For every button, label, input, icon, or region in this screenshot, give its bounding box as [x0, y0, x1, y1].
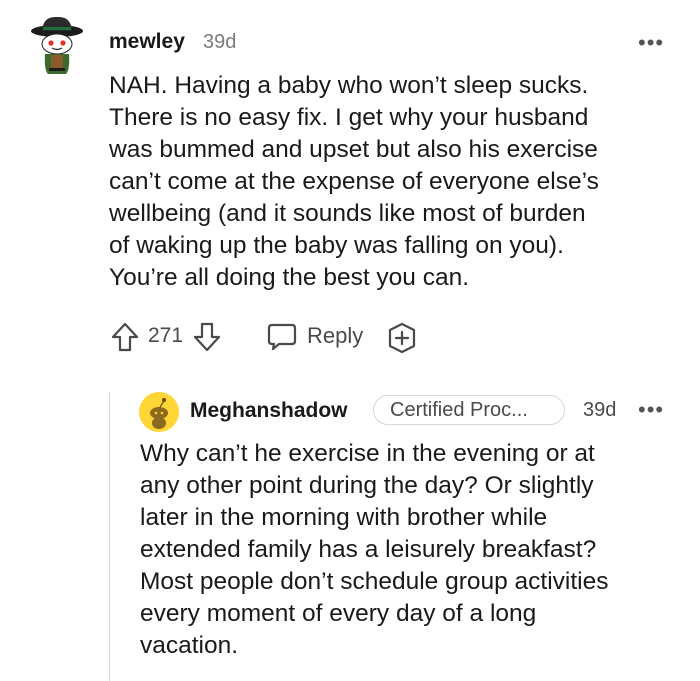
user-avatar-icon[interactable] — [30, 14, 84, 76]
comment-more-options-icon[interactable]: ••• — [638, 32, 664, 54]
award-plus-icon[interactable] — [386, 322, 418, 354]
comment-body: NAH. Having a baby who won’t sleep sucks… — [109, 70, 684, 294]
reply-body-line: every moment of every day of a long — [140, 600, 537, 627]
reply-bubble-icon[interactable] — [266, 322, 298, 352]
comment-body-line: You’re all doing the best you can. — [109, 264, 470, 291]
reply-body-line: any other point during the day? Or sligh… — [140, 472, 594, 499]
reply-username[interactable]: Meghanshadow — [190, 399, 348, 423]
comment-body-line: can’t come at the expense of everyone el… — [109, 168, 599, 195]
comment-body-line: NAH. Having a baby who won’t sleep sucks… — [109, 72, 589, 99]
comment-body-line: was bummed and upset but also his exerci… — [109, 136, 598, 163]
user-flair-badge: Certified Proc... — [373, 395, 565, 425]
reply-more-options-icon[interactable]: ••• — [638, 399, 664, 421]
reply-body-line: Why can’t he exercise in the evening or … — [140, 440, 595, 467]
downvote-icon[interactable] — [192, 321, 222, 353]
comment-body-line: of waking up the baby was falling on you… — [109, 232, 564, 259]
comment-username[interactable]: mewley — [109, 30, 185, 54]
reply-body-line: Most people don’t schedule group activit… — [140, 568, 609, 595]
comment-age: 39d — [203, 31, 237, 53]
comment-body-line: wellbeing (and it sounds like most of bu… — [109, 200, 586, 227]
reply-button[interactable]: Reply — [307, 323, 363, 349]
vote-score: 271 — [148, 324, 184, 347]
upvote-icon[interactable] — [110, 321, 140, 353]
reply-body: Why can’t he exercise in the evening or … — [140, 438, 685, 662]
comment-body-line: There is no easy fix. I get why your hus… — [109, 104, 589, 131]
reply-body-line: vacation. — [140, 632, 239, 659]
reply-age: 39d — [583, 399, 617, 421]
reply-body-line: extended family has a leisurely breakfas… — [140, 536, 597, 563]
thread-line[interactable] — [109, 392, 110, 681]
reply-body-line: later in the morning with brother while — [140, 504, 548, 531]
reply-avatar-icon[interactable] — [139, 392, 179, 432]
